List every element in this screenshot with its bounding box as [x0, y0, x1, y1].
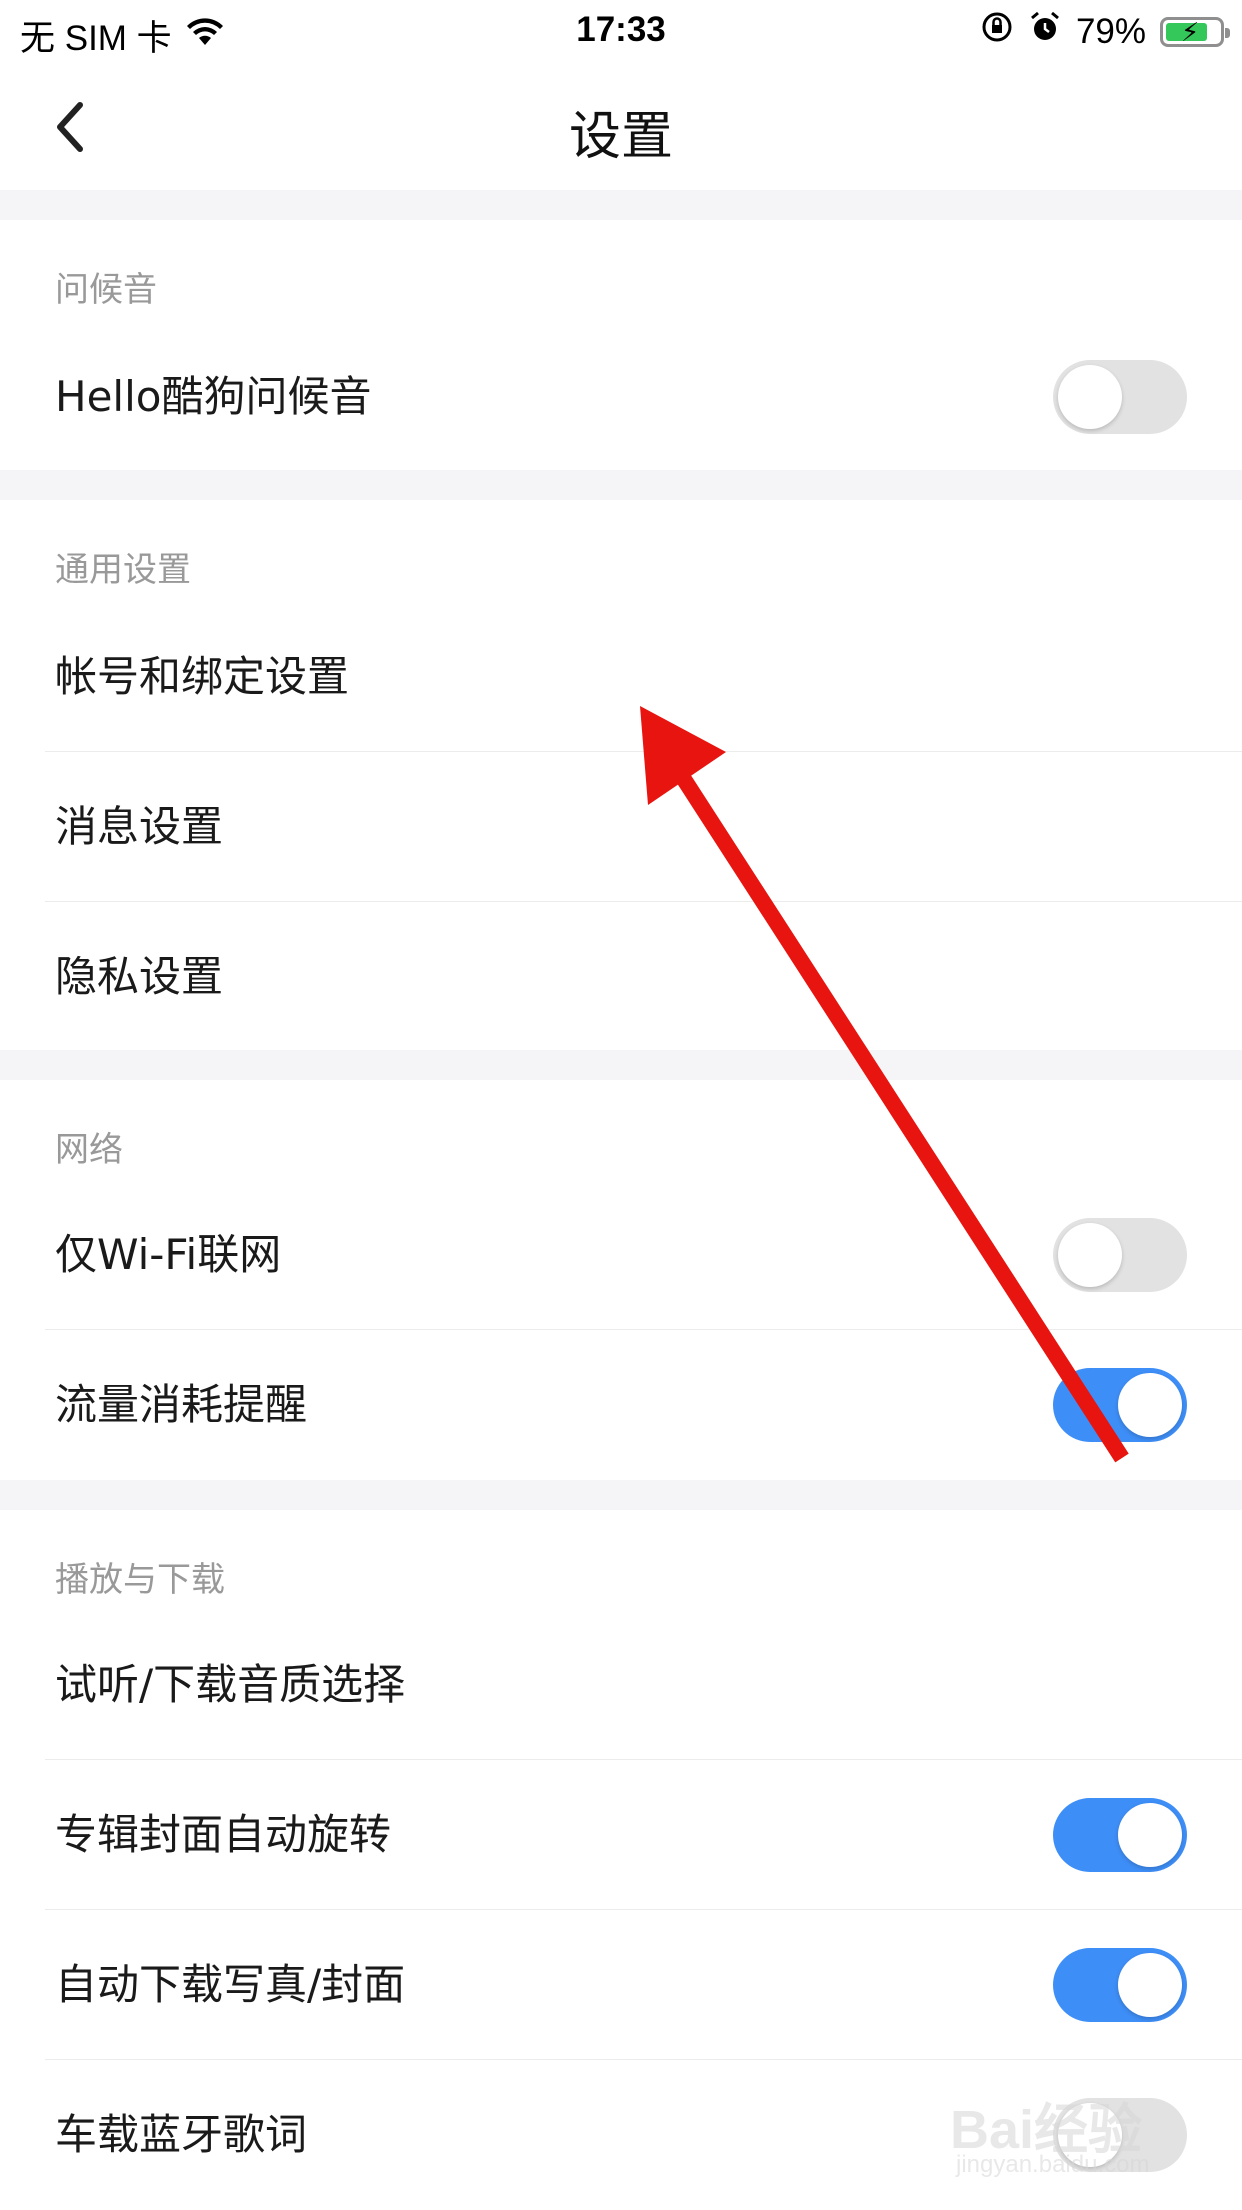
toggle-album-cover-rotate[interactable] — [1053, 1798, 1187, 1872]
row-label: Hello酷狗问候音 — [55, 372, 372, 421]
section-title-general: 通用设置 — [55, 550, 191, 590]
battery-percent: 79% — [1075, 11, 1146, 51]
toggle-wifi-only[interactable] — [1053, 1218, 1187, 1292]
page-title: 设置 — [568, 107, 673, 167]
toggle-knob — [1058, 1223, 1122, 1287]
row-wifi-only[interactable]: 仅Wi-Fi联网 — [0, 1180, 1242, 1330]
row-account-binding[interactable]: 帐号和绑定设置 — [0, 602, 1242, 752]
row-auto-download-photos[interactable]: 自动下载写真/封面 — [0, 1910, 1242, 2060]
row-album-cover-rotate[interactable]: 专辑封面自动旋转 — [0, 1760, 1242, 1910]
battery-charging-icon: ⚡ — [1160, 16, 1230, 47]
nav-bar: 设置 — [0, 64, 1242, 190]
watermark-url: jingyan.baidu.com — [956, 2151, 1150, 2178]
section-gap — [0, 1050, 1242, 1080]
alarm-icon — [1028, 10, 1062, 53]
row-label: 试听/下载音质选择 — [55, 1660, 406, 1709]
section-gap — [0, 190, 1242, 220]
row-label: 流量消耗提醒 — [55, 1380, 308, 1429]
section-title-network: 网络 — [55, 1130, 123, 1170]
status-bar: 无 SIM 卡 17:33 79% ⚡ — [0, 0, 1242, 64]
toggle-knob — [1118, 1953, 1182, 2017]
row-label: 仅Wi-Fi联网 — [55, 1230, 282, 1279]
section-gap — [0, 470, 1242, 500]
status-right: 79% ⚡ — [980, 10, 1230, 53]
toggle-data-usage-alert[interactable] — [1053, 1368, 1187, 1442]
row-label: 自动下载写真/封面 — [55, 1960, 406, 2009]
row-data-usage-alert[interactable]: 流量消耗提醒 — [0, 1330, 1242, 1480]
row-label: 车载蓝牙歌词 — [55, 2110, 308, 2159]
toggle-knob — [1058, 365, 1122, 429]
row-label: 帐号和绑定设置 — [55, 652, 350, 701]
row-message-settings[interactable]: 消息设置 — [0, 752, 1242, 902]
toggle-hello-greeting[interactable] — [1053, 360, 1187, 434]
section-title-greeting: 问候音 — [55, 270, 157, 310]
toggle-auto-download-photos[interactable] — [1053, 1948, 1187, 2022]
section-gap — [0, 1480, 1242, 1510]
section-title-playback: 播放与下载 — [55, 1560, 225, 1600]
row-privacy-settings[interactable]: 隐私设置 — [0, 902, 1242, 1052]
row-audio-quality[interactable]: 试听/下载音质选择 — [0, 1610, 1242, 1760]
row-hello-greeting[interactable]: Hello酷狗问候音 — [0, 322, 1242, 472]
watermark-logo: Bai经验 jingyan.baidu.com — [950, 2085, 1210, 2185]
row-label: 专辑封面自动旋转 — [55, 1810, 392, 1859]
toggle-knob — [1118, 1803, 1182, 1867]
row-label: 消息设置 — [55, 802, 224, 851]
toggle-knob — [1118, 1373, 1182, 1437]
orientation-lock-icon — [980, 10, 1014, 53]
row-label: 隐私设置 — [55, 952, 224, 1001]
